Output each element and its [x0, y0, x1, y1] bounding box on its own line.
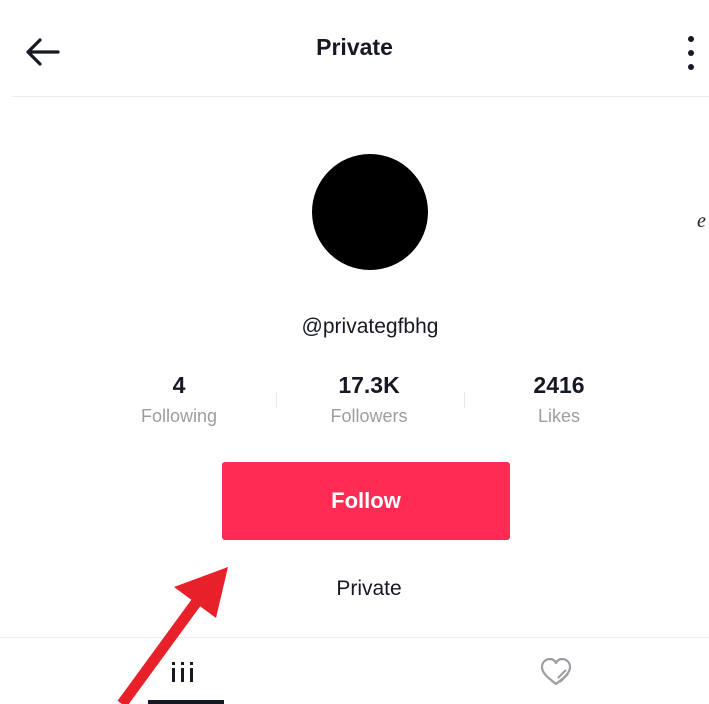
- header-divider: [12, 96, 709, 97]
- username: @privategfbhg: [301, 315, 439, 338]
- liked-heart-icon: [540, 657, 572, 686]
- tab-liked[interactable]: [526, 648, 586, 698]
- likes-label: Likes: [537, 406, 581, 426]
- profile-screen: Private e @privategfbhg 4 Following 17.3…: [0, 0, 709, 704]
- videos-grid-icon: [172, 662, 193, 682]
- following-count: 4: [172, 372, 186, 398]
- dot: [688, 64, 694, 70]
- tab-divider: [0, 637, 709, 638]
- stat-divider: [276, 392, 277, 408]
- likes-stat[interactable]: 2416 Likes: [484, 370, 634, 427]
- follow-button[interactable]: Follow: [222, 462, 510, 540]
- private-account-note: Private: [336, 577, 402, 600]
- more-options-button[interactable]: [680, 33, 702, 73]
- avatar: [312, 154, 428, 270]
- selected-tab-indicator: [148, 700, 224, 704]
- followers-label: Followers: [330, 406, 408, 426]
- dot: [688, 50, 694, 56]
- edge-text-fragment: e: [697, 210, 706, 232]
- followers-stat[interactable]: 17.3K Followers: [294, 370, 444, 427]
- stat-divider: [464, 392, 465, 408]
- following-stat[interactable]: 4 Following: [104, 370, 254, 427]
- likes-count: 2416: [533, 372, 585, 398]
- tab-videos[interactable]: [154, 648, 214, 698]
- page-title: Private: [316, 34, 393, 60]
- followers-count: 17.3K: [338, 372, 400, 398]
- following-label: Following: [140, 406, 218, 426]
- dot: [688, 36, 694, 42]
